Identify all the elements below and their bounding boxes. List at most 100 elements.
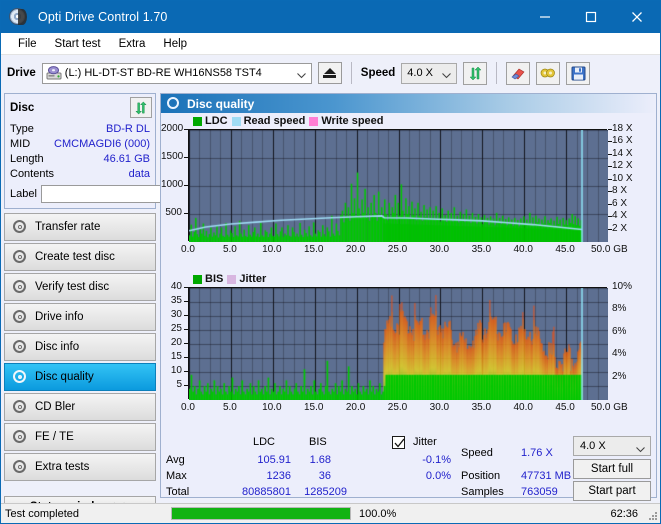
disc-ring-icon xyxy=(12,369,28,385)
start-part-button[interactable]: Start part xyxy=(573,481,651,501)
x-axis-tick-label: 35.0 xyxy=(471,402,492,413)
menu-extra[interactable]: Extra xyxy=(110,36,155,52)
save-button[interactable] xyxy=(566,61,591,85)
y2-axis-tick-label: 4% xyxy=(612,348,627,360)
x-axis-tick-label: 15.0 xyxy=(303,402,324,413)
status-bar: Test completed 100.0% 62:36 xyxy=(1,503,660,523)
x-axis-tick-label: 50.0 GB xyxy=(591,402,628,413)
jitter-checkbox[interactable] xyxy=(392,436,405,449)
menu-help[interactable]: Help xyxy=(154,36,196,52)
stats-avg-jitter: -0.1% xyxy=(422,454,451,466)
ldc-chart-plot xyxy=(188,129,608,242)
eraser-button[interactable] xyxy=(506,61,531,85)
samples-stat-value: 763059 xyxy=(521,486,558,498)
stats-avg-ldc: 105.91 xyxy=(257,454,291,466)
tools-button[interactable] xyxy=(536,61,561,85)
disc-ring-icon xyxy=(12,399,28,415)
y2-axis-tick-mark xyxy=(608,129,612,130)
y-axis-tick-label: 1000 xyxy=(161,179,184,190)
chevron-down-icon[interactable] xyxy=(442,70,452,82)
start-full-button[interactable]: Start full xyxy=(573,459,651,479)
menu-file[interactable]: File xyxy=(9,36,46,52)
y-axis-tick-mark xyxy=(184,315,188,316)
sidebar-item-disc-info[interactable]: Disc info xyxy=(4,333,156,361)
disc-label-row: Label xyxy=(10,183,245,204)
sidebar-item-transfer-rate[interactable]: Transfer rate xyxy=(4,213,156,241)
disc-ring-icon xyxy=(167,96,181,111)
sidebar-item-drive-info[interactable]: Drive info xyxy=(4,303,156,331)
y-axis-tick-label: 20 xyxy=(170,337,182,348)
legend-swatch xyxy=(193,274,202,284)
status-text: Test completed xyxy=(5,507,79,520)
legend-item: Jitter xyxy=(227,273,266,285)
position-stat-label: Position xyxy=(461,470,501,482)
y2-axis-tick-label: 8 X xyxy=(612,185,628,197)
disc-refresh-button[interactable] xyxy=(130,97,152,118)
sidebar-label: Drive info xyxy=(35,311,84,323)
x-axis-tick-label: 45.0 xyxy=(555,402,575,413)
y-axis-tick-label: 25 xyxy=(170,323,182,334)
stats-avg-bis: 1.68 xyxy=(309,454,331,466)
y-axis-tick-label: 2000 xyxy=(161,123,184,134)
disc-row-mid: MID CMCMAGDI6 (000) xyxy=(10,136,150,151)
x-axis-tick-label: 20.0 xyxy=(345,402,366,413)
position-stat-value: 47731 MB xyxy=(521,470,572,482)
y2-axis-tick-label: 16 X xyxy=(612,135,633,147)
sidebar-item-cd-bler[interactable]: CD Bler xyxy=(4,393,156,421)
legend-label: BIS xyxy=(205,273,224,285)
test-speed-value: 4.0 X xyxy=(580,440,606,452)
refresh-button[interactable] xyxy=(463,61,488,85)
speed-select[interactable]: 4.0 X xyxy=(401,62,458,84)
speed-value: 4.0 X xyxy=(407,67,433,79)
y2-axis-tick-label: 6 X xyxy=(612,197,628,209)
y-axis-tick-mark xyxy=(184,213,188,214)
x-axis-tick-label: 5.0 xyxy=(222,244,237,255)
eject-icon xyxy=(323,68,336,74)
legend-label: Jitter xyxy=(239,273,267,285)
legend-swatch xyxy=(193,116,202,126)
minimize-icon[interactable] xyxy=(522,1,568,33)
eject-button[interactable] xyxy=(317,62,342,84)
content-area: Disc quality LDC Read speed Write speed 50… xyxy=(159,91,660,501)
chevron-down-icon[interactable] xyxy=(636,444,645,456)
stats-total-bis: 1285209 xyxy=(304,486,347,498)
y2-axis-tick-mark xyxy=(608,191,612,192)
y-axis-tick-label: 35 xyxy=(170,295,182,306)
sidebar-item-extra-tests[interactable]: Extra tests xyxy=(4,453,156,481)
test-speed-select[interactable]: 4.0 X xyxy=(573,436,651,456)
menu-bar: File Start test Extra Help xyxy=(1,33,660,55)
resize-grip-icon[interactable] xyxy=(647,510,657,520)
x-axis-tick-label: 25.0 xyxy=(387,244,408,255)
sidebar-item-disc-quality[interactable]: Disc quality xyxy=(4,363,156,391)
stats-area: LDC BIS Avg Max Total 105.91 1236 808858… xyxy=(161,433,656,501)
disc-row-length: Length 46.61 GB xyxy=(10,151,150,166)
progress-fill xyxy=(172,508,350,519)
stats-row-total-label: Total xyxy=(166,486,190,498)
legend-item: BIS xyxy=(193,273,223,285)
y-axis-tick-label: 500 xyxy=(165,207,182,218)
toolbar-divider-2 xyxy=(496,62,498,84)
disc-ring-icon xyxy=(12,219,28,235)
refresh-icon xyxy=(469,66,482,80)
menu-start-test[interactable]: Start test xyxy=(46,36,110,52)
stats-header-bis: BIS xyxy=(309,436,327,448)
close-icon[interactable] xyxy=(614,1,660,33)
disc-info-panel: Disc Type BD-R DL MID CMCMAGDI6 (000) Le… xyxy=(4,93,245,209)
sidebar-item-fe-te[interactable]: FE / TE xyxy=(4,423,156,451)
x-axis-tick-label: 30.0 xyxy=(429,402,450,413)
chevron-down-icon[interactable] xyxy=(296,70,306,82)
speed-stat-label: Speed xyxy=(461,447,493,459)
ldc-chart-legend: LDC Read speed Write speed xyxy=(193,115,384,127)
y-axis-tick-mark xyxy=(184,371,188,372)
sidebar-item-create-test-disc[interactable]: Create test disc xyxy=(4,243,156,271)
disc-row-type: Type BD-R DL xyxy=(10,121,150,136)
window-title: Opti Drive Control 1.70 xyxy=(38,10,168,24)
disc-fields: Type BD-R DL MID CMCMAGDI6 (000) Length … xyxy=(5,120,245,208)
maximize-icon[interactable] xyxy=(568,1,614,33)
legend-label: LDC xyxy=(205,115,228,127)
sidebar-item-verify-test-disc[interactable]: Verify test disc xyxy=(4,273,156,301)
disc-label-label: Label xyxy=(10,187,37,200)
y-axis-tick-mark xyxy=(184,129,188,130)
drive-select[interactable]: (L:) HL-DT-ST BD-RE WH16NS58 TST4 xyxy=(41,62,312,84)
